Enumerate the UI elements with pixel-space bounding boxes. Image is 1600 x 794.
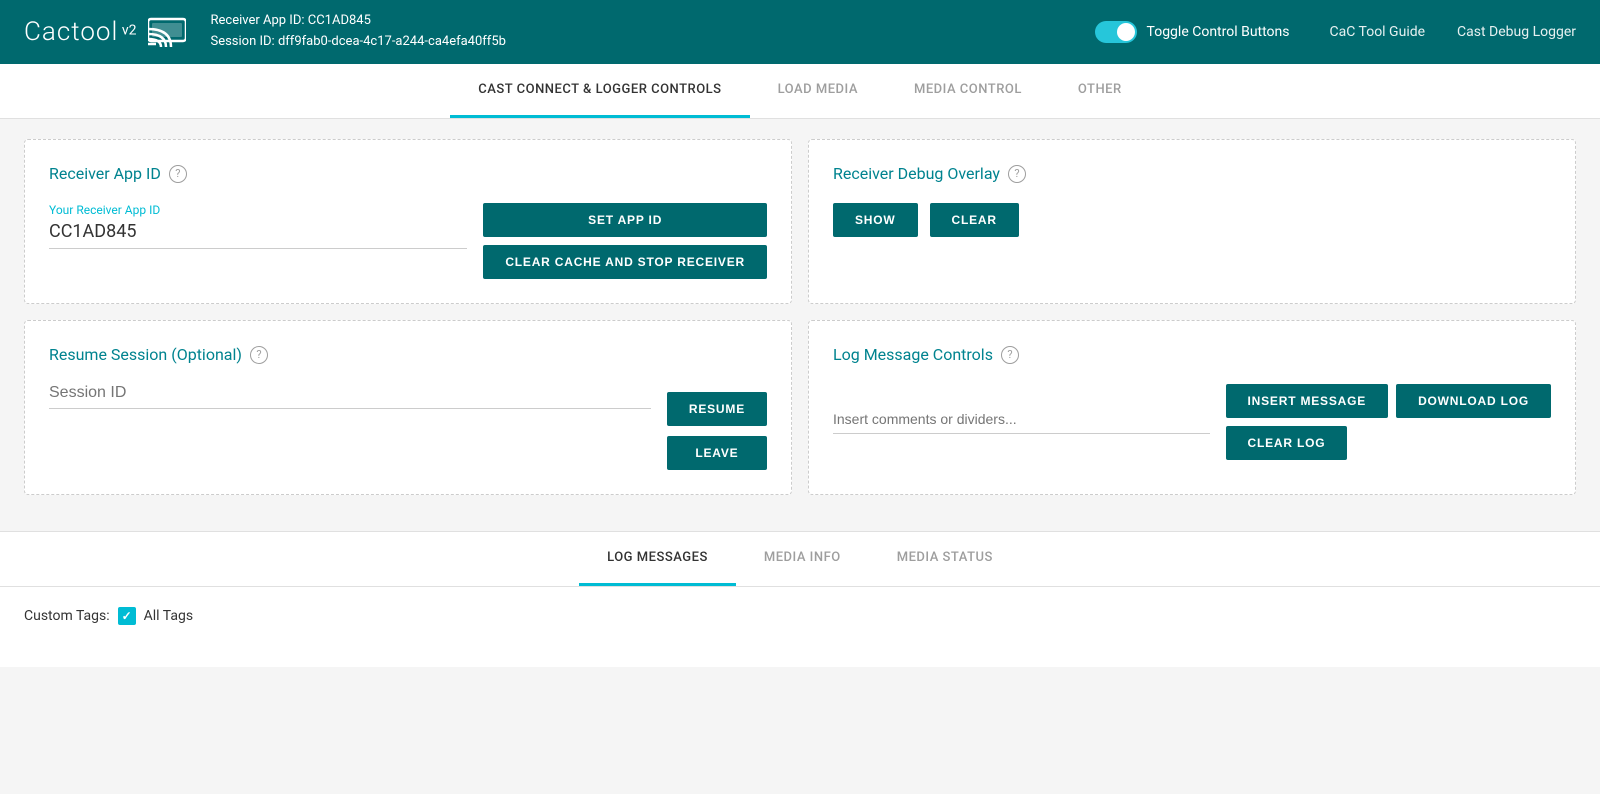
bottom-content: Custom Tags: All Tags <box>0 587 1600 667</box>
log-buttons-row2: CLEAR LOG <box>1226 426 1551 460</box>
session-id-header: Session ID: dff9fab0-dcea-4c17-a244-ca4e… <box>210 32 505 53</box>
receiver-debug-overlay-title: Receiver Debug Overlay ? <box>833 164 1551 183</box>
bottom-tabs: LOG MESSAGES MEDIA INFO MEDIA STATUS <box>0 532 1600 587</box>
toggle-label: Toggle Control Buttons <box>1147 24 1290 40</box>
tab-other[interactable]: OTHER <box>1050 64 1150 118</box>
header-info: Receiver App ID: CC1AD845 Session ID: df… <box>210 11 505 53</box>
leave-button[interactable]: LEAVE <box>667 436 767 470</box>
clear-log-button[interactable]: CLEAR LOG <box>1226 426 1348 460</box>
clear-debug-button[interactable]: CLEAR <box>930 203 1019 237</box>
session-id-input[interactable] <box>49 384 651 409</box>
receiver-app-id-input-label: Your Receiver App ID <box>49 203 467 217</box>
resume-session-buttons: RESUME LEAVE <box>667 392 767 470</box>
header: Cactool v2 Receiver App ID: CC1AD845 Ses… <box>0 0 1600 64</box>
receiver-app-id-input-area: Your Receiver App ID CC1AD845 <box>49 203 467 265</box>
toggle-area: Toggle Control Buttons <box>1095 21 1290 43</box>
cac-tool-guide-link[interactable]: CaC Tool Guide <box>1330 24 1426 40</box>
debug-overlay-buttons: SHOW CLEAR <box>833 203 1551 237</box>
tab-media-control[interactable]: MEDIA CONTROL <box>886 64 1050 118</box>
tab-media-info[interactable]: MEDIA INFO <box>736 532 869 586</box>
tab-media-status[interactable]: MEDIA STATUS <box>869 532 1021 586</box>
logo-area: Cactool v2 <box>24 17 186 47</box>
receiver-app-id-buttons: SET APP ID CLEAR CACHE AND STOP RECEIVER <box>483 203 767 279</box>
insert-message-button[interactable]: INSERT MESSAGE <box>1226 384 1389 418</box>
session-id-input-area <box>49 384 651 417</box>
receiver-debug-overlay-card: Receiver Debug Overlay ? SHOW CLEAR <box>808 139 1576 304</box>
resume-session-help-icon[interactable]: ? <box>250 346 268 364</box>
receiver-app-id-row: Your Receiver App ID CC1AD845 SET APP ID… <box>49 203 767 279</box>
receiver-app-id-title: Receiver App ID ? <box>49 164 767 183</box>
all-tags-checkbox[interactable] <box>118 607 136 625</box>
log-buttons: INSERT MESSAGE DOWNLOAD LOG CLEAR LOG <box>1226 384 1551 460</box>
log-input[interactable] <box>833 411 1210 434</box>
all-tags-label: All Tags <box>144 608 193 624</box>
receiver-debug-help-icon[interactable]: ? <box>1008 165 1026 183</box>
resume-session-title: Resume Session (Optional) ? <box>49 345 767 364</box>
main-content: Receiver App ID ? Your Receiver App ID C… <box>0 119 1600 531</box>
set-app-id-button[interactable]: SET APP ID <box>483 203 767 237</box>
main-tabs: CAST CONNECT & LOGGER CONTROLS LOAD MEDI… <box>0 64 1600 119</box>
clear-cache-button[interactable]: CLEAR CACHE AND STOP RECEIVER <box>483 245 767 279</box>
custom-tags-row: Custom Tags: All Tags <box>24 607 1576 625</box>
receiver-app-id-value: CC1AD845 <box>49 221 467 249</box>
log-message-help-icon[interactable]: ? <box>1001 346 1019 364</box>
log-buttons-row1: INSERT MESSAGE DOWNLOAD LOG <box>1226 384 1551 418</box>
log-controls-row: INSERT MESSAGE DOWNLOAD LOG CLEAR LOG <box>833 384 1551 460</box>
resume-session-row: RESUME LEAVE <box>49 384 767 470</box>
custom-tags-label: Custom Tags: <box>24 608 110 624</box>
toggle-control-buttons[interactable] <box>1095 21 1137 43</box>
resume-button[interactable]: RESUME <box>667 392 767 426</box>
tab-log-messages[interactable]: LOG MESSAGES <box>579 532 736 586</box>
cards-grid: Receiver App ID ? Your Receiver App ID C… <box>24 139 1576 495</box>
show-debug-button[interactable]: SHOW <box>833 203 918 237</box>
log-message-controls-card: Log Message Controls ? INSERT MESSAGE DO… <box>808 320 1576 495</box>
logo-text: Cactool v2 <box>24 17 136 47</box>
log-message-controls-title: Log Message Controls ? <box>833 345 1551 364</box>
download-log-button[interactable]: DOWNLOAD LOG <box>1396 384 1551 418</box>
tab-cast-connect-logger-controls[interactable]: CAST CONNECT & LOGGER CONTROLS <box>450 64 749 118</box>
resume-session-card: Resume Session (Optional) ? RESUME LEAVE <box>24 320 792 495</box>
receiver-app-id-header: Receiver App ID: CC1AD845 <box>210 11 505 32</box>
tab-load-media[interactable]: LOAD MEDIA <box>750 64 886 118</box>
receiver-app-id-card: Receiver App ID ? Your Receiver App ID C… <box>24 139 792 304</box>
receiver-app-id-help-icon[interactable]: ? <box>169 165 187 183</box>
cast-debug-logger-link[interactable]: Cast Debug Logger <box>1457 24 1576 40</box>
cast-icon <box>148 17 186 47</box>
bottom-section: LOG MESSAGES MEDIA INFO MEDIA STATUS Cus… <box>0 531 1600 667</box>
header-links: CaC Tool Guide Cast Debug Logger <box>1330 24 1577 40</box>
